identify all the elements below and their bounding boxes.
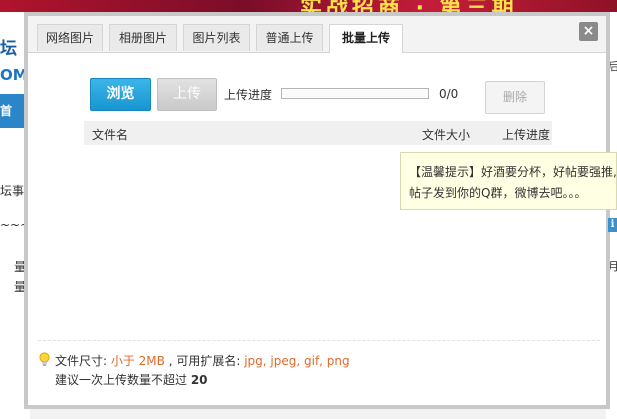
tab-image-list[interactable]: 图片列表 (183, 24, 250, 51)
limit-value: 20 (190, 373, 208, 387)
column-filesize: 文件大小 (422, 128, 471, 142)
progress-label: 上传进度 (224, 88, 273, 102)
browse-button[interactable]: 浏览 (90, 78, 151, 111)
tab-bar: 网络图片 相册图片 图片列表 普通上传 批量上传 × (28, 16, 606, 53)
column-progress: 上传进度 (502, 128, 551, 142)
progress-count: 0/0 (439, 87, 459, 101)
extension-prefix: , 可用扩展名: (164, 354, 245, 368)
background-nav-text[interactable]: 首 (0, 102, 12, 119)
size-prefix: 文件尺寸: (55, 354, 111, 368)
tab-batch-upload[interactable]: 批量上传 (329, 24, 403, 53)
extension-value: jpg, jpeg, gif, png (244, 354, 350, 368)
upload-button[interactable]: 上传 (157, 78, 217, 111)
lightbulb-icon (39, 352, 50, 366)
background-banner: 实战招商 · 第三期 (0, 0, 617, 21)
info-icon[interactable]: i (608, 218, 617, 232)
footer-divider (38, 340, 600, 341)
delete-button[interactable]: 删除 (485, 81, 545, 114)
upload-progress-bar (281, 88, 429, 99)
tab-normal-upload[interactable]: 普通上传 (256, 24, 323, 51)
image-upload-dialog: 网络图片 相册图片 图片列表 普通上传 批量上传 × 浏览 上传 上传进度 0/… (24, 12, 610, 409)
file-table-header: 文件名 文件大小 上传进度 (84, 121, 552, 145)
tip-line-1: 【温馨提示】好酒要分杯，好帖要强推, (409, 165, 617, 179)
limit-prefix: 建议一次上传数量不超过 (55, 373, 191, 387)
close-icon[interactable]: × (579, 22, 598, 41)
file-size-hint: 文件尺寸: 小于 2MB , 可用扩展名: jpg, jpeg, gif, pn… (55, 352, 350, 369)
site-logo-text: 坛 (0, 39, 17, 59)
tab-album-images[interactable]: 相册图片 (109, 24, 177, 51)
tab-web-images[interactable]: 网络图片 (37, 24, 103, 51)
size-value: 小于 2MB (110, 354, 165, 368)
upload-limit-hint: 建议一次上传数量不超过 20 (55, 371, 208, 388)
column-filename: 文件名 (92, 128, 129, 142)
tip-line-2: 帖子发到你的Q群，微博去吧。。。 (409, 186, 587, 200)
tip-popup: 【温馨提示】好酒要分杯，好帖要强推, 帖子发到你的Q群，微博去吧。。。 (400, 152, 617, 210)
